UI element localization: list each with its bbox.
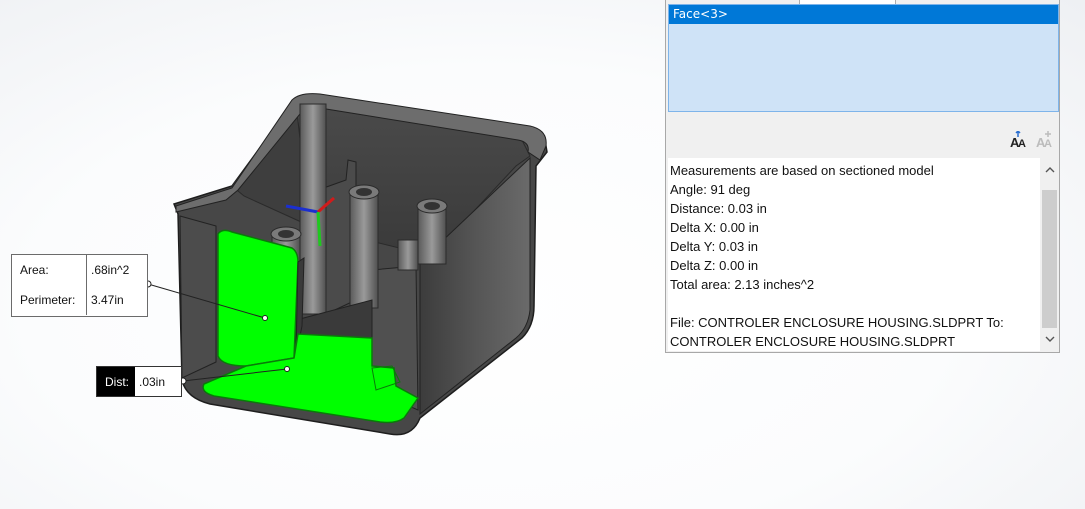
distance-label: Dist:: [97, 367, 135, 396]
perimeter-row: Perimeter: 3.47in: [12, 285, 147, 315]
selected-face-wall: [217, 229, 299, 367]
area-callout[interactable]: Area: .68in^2 Perimeter: 3.47in: [11, 254, 148, 317]
svg-text:A: A: [1044, 138, 1052, 149]
results-text: Measurements are based on sectioned mode…: [670, 161, 1032, 351]
result-line: Total area: 2.13 inches^2: [670, 277, 815, 292]
measure-panel: Face<3> A A A A Measurements are based o…: [665, 0, 1060, 353]
distance-value: .03in: [135, 367, 182, 396]
model-left-wall: [179, 215, 217, 379]
distance-callout[interactable]: Dist: .03in: [96, 366, 183, 397]
text-size-disabled-glyph: A A: [1036, 131, 1052, 149]
scroll-down-icon[interactable]: [1040, 329, 1059, 349]
text-size-icon[interactable]: A A: [1008, 127, 1030, 149]
result-line: File: CONTROLER ENCLOSURE HOUSING.SLDPRT…: [670, 315, 1004, 330]
perimeter-value: 3.47in: [91, 293, 124, 307]
selection-list[interactable]: Face<3>: [668, 4, 1059, 112]
perimeter-label: Perimeter:: [12, 285, 87, 315]
text-size-disabled-icon[interactable]: A A: [1034, 127, 1056, 149]
scroll-up-icon[interactable]: [1040, 160, 1059, 180]
result-line: Angle: 91 deg: [670, 182, 751, 197]
result-line: Measurements are based on sectioned mode…: [670, 163, 934, 178]
text-size-icon-glyph: A A: [1010, 131, 1026, 149]
area-label: Area:: [12, 255, 87, 285]
svg-text:A: A: [1018, 138, 1026, 149]
result-line: Delta Y: 0.03 in: [670, 239, 758, 254]
scroll-thumb[interactable]: [1042, 190, 1057, 328]
result-line: CONTROLER ENCLOSURE HOUSING.SLDPRT: [670, 334, 956, 349]
results-scrollbar[interactable]: [1040, 158, 1059, 351]
measure-results[interactable]: Measurements are based on sectioned mode…: [668, 158, 1059, 351]
selection-item-face[interactable]: Face<3>: [669, 5, 1058, 24]
result-line: [670, 294, 1032, 313]
result-line: Distance: 0.03 in: [670, 201, 767, 216]
area-row: Area: .68in^2: [12, 255, 147, 285]
result-line: Delta Z: 0.00 in: [670, 258, 759, 273]
area-value: .68in^2: [91, 263, 130, 277]
result-line: Delta X: 0.00 in: [670, 220, 759, 235]
